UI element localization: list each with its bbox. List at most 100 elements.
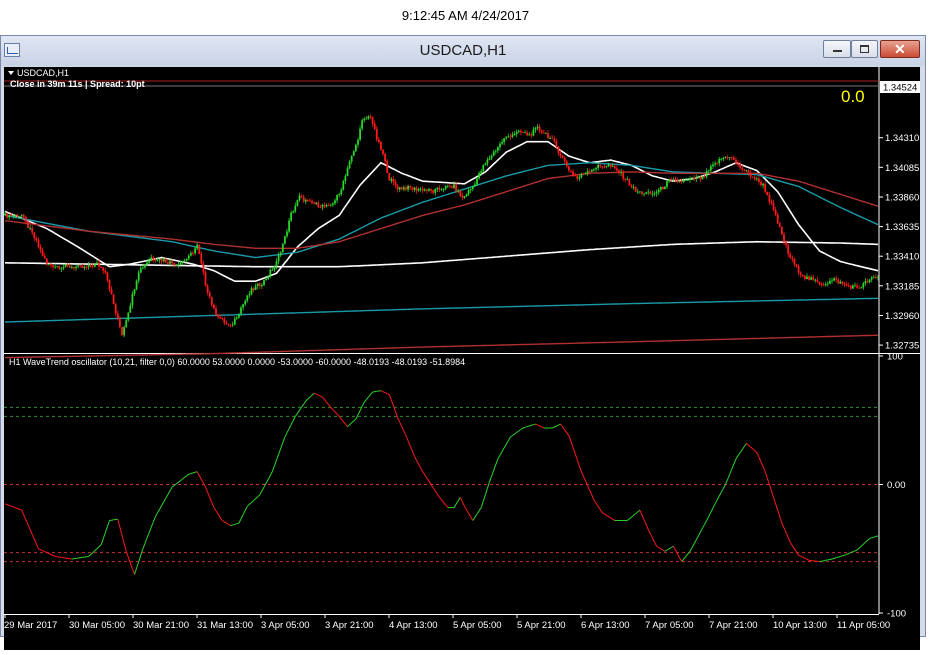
candle-body: [501, 142, 503, 144]
osc-segment: [801, 556, 803, 557]
chart-canvas[interactable]: 1.343101.340851.338601.336351.334101.331…: [4, 67, 920, 650]
candle-body: [46, 259, 48, 264]
osc-segment: [224, 522, 226, 523]
osc-segment: [567, 433, 569, 436]
candle-body: [576, 176, 578, 178]
candle-body: [190, 253, 192, 255]
osc-segment: [723, 485, 725, 489]
candle-body: [852, 286, 854, 289]
osc-segment: [657, 546, 659, 547]
candle-body: [445, 186, 447, 189]
time-tick-label: 3 Apr 21:00: [325, 620, 374, 631]
candle-body: [570, 171, 572, 172]
osc-segment: [122, 535, 124, 543]
osc-segment: [556, 425, 558, 426]
osc-segment: [398, 418, 400, 423]
osc-segment: [24, 515, 26, 520]
candle-body: [386, 161, 388, 173]
osc-segment: [295, 413, 297, 416]
candle-body: [493, 152, 495, 156]
osc-segment: [527, 426, 529, 427]
osc-segment: [9, 505, 11, 506]
osc-segment: [761, 462, 763, 467]
candle-body: [723, 158, 725, 159]
close-button[interactable]: ✕: [880, 40, 920, 58]
osc-segment: [569, 436, 571, 442]
candle-body: [399, 187, 401, 189]
candle-body: [783, 234, 785, 242]
minimize-button[interactable]: [823, 40, 851, 58]
osc-segment: [776, 504, 778, 510]
candle-body: [282, 244, 284, 253]
candle-body: [407, 186, 409, 190]
candle-body: [712, 165, 714, 167]
candle-body: [553, 139, 555, 142]
osc-segment: [494, 465, 496, 471]
candle-body: [113, 295, 115, 305]
candle-body: [200, 254, 202, 264]
candle-body: [422, 189, 424, 191]
candle-body: [157, 260, 159, 261]
osc-segment: [391, 400, 393, 406]
osc-segment: [598, 506, 600, 509]
candle-body: [175, 265, 177, 266]
candle-body: [86, 267, 88, 268]
time-tick-label: 31 Mar 13:00: [197, 620, 253, 631]
candle-body: [155, 260, 157, 261]
restore-button[interactable]: [851, 40, 878, 58]
title-bar[interactable]: USDCAD,H1 ✕: [1, 36, 925, 66]
candle-body: [608, 165, 610, 167]
candle-body: [84, 267, 86, 268]
osc-segment: [613, 519, 615, 520]
candle-body: [359, 129, 361, 140]
candle-body: [556, 141, 558, 147]
candle-body: [368, 116, 370, 118]
osc-segment: [487, 482, 489, 489]
candle-body: [787, 245, 789, 254]
osc-segment: [348, 425, 350, 427]
osc-segment: [659, 548, 661, 549]
osc-segment: [803, 557, 805, 558]
candle-body: [679, 181, 681, 182]
candle-body: [67, 265, 69, 266]
candle-body: [516, 132, 518, 134]
osc-segment: [542, 427, 544, 428]
candle-body: [856, 286, 858, 288]
candle-body: [313, 203, 315, 204]
candle-body: [340, 190, 342, 194]
candle-body: [286, 232, 288, 237]
osc-segment: [481, 501, 483, 507]
candle-body: [249, 294, 251, 295]
candle-body: [207, 286, 209, 293]
osc-segment: [168, 491, 170, 495]
candle-body: [689, 178, 691, 179]
candle-body: [322, 205, 324, 207]
osc-segment: [502, 448, 504, 452]
osc-segment: [868, 539, 870, 541]
osc-segment: [385, 393, 387, 394]
candle-body: [397, 186, 399, 190]
osc-segment: [203, 483, 205, 487]
candle-body: [693, 177, 695, 179]
candle-body: [121, 327, 123, 335]
osc-segment: [266, 479, 268, 483]
candle-body: [81, 266, 83, 268]
price-tick-label: 1.33410: [885, 252, 919, 263]
candle-body: [819, 282, 821, 284]
osc-segment: [130, 563, 132, 569]
candle-body: [691, 177, 693, 178]
osc-segment: [469, 513, 471, 517]
osc-segment: [433, 488, 435, 491]
candle-body: [395, 182, 397, 186]
osc-segment: [498, 455, 500, 459]
window-title: USDCAD,H1: [1, 42, 925, 59]
chart-area[interactable]: 1.343101.340851.338601.336351.334101.331…: [4, 67, 920, 650]
candle-body: [13, 216, 15, 217]
candle-body: [796, 265, 798, 267]
candle-body: [829, 281, 831, 284]
candle-body: [25, 217, 27, 221]
candle-body: [455, 184, 457, 191]
candle-body: [589, 171, 591, 172]
candle-body: [610, 165, 612, 167]
osc-segment: [435, 491, 437, 494]
